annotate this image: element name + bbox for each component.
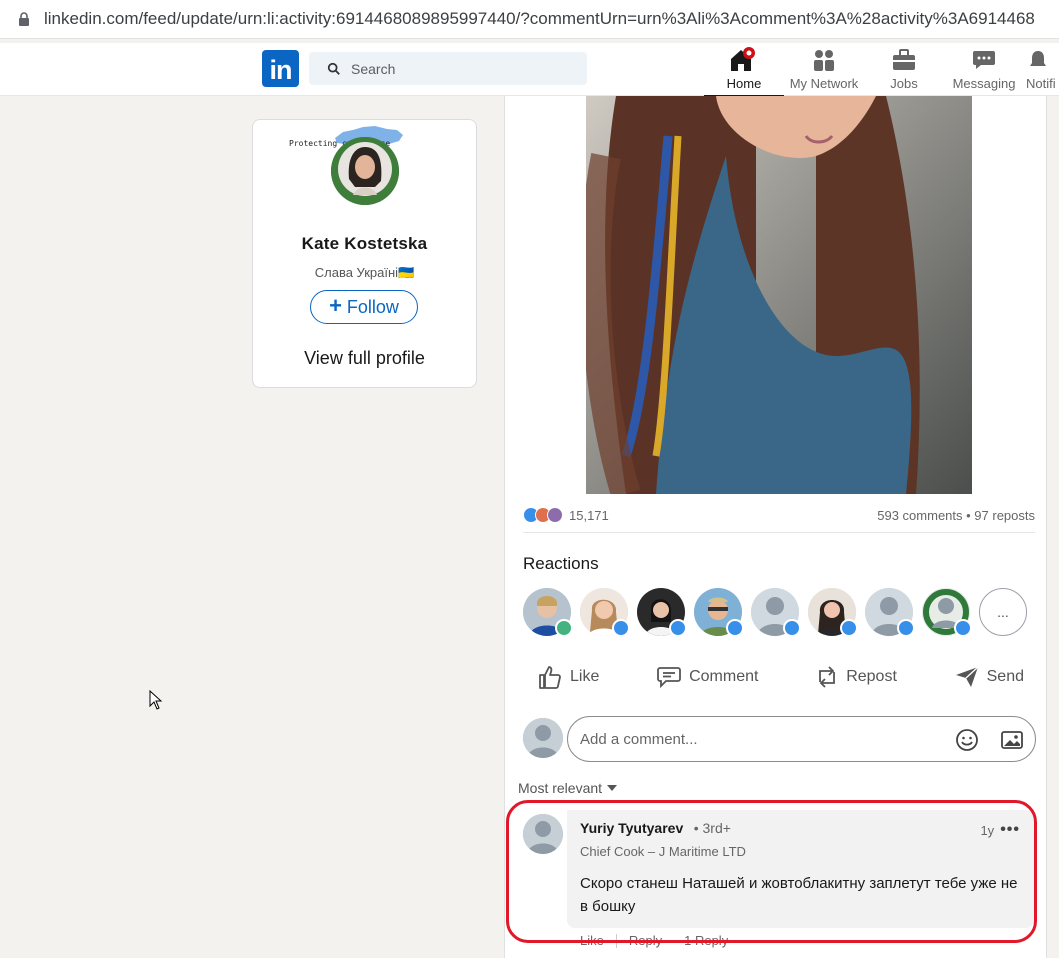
comment-icon [657,667,681,689]
reactors-list: ... [523,588,1027,637]
people-icon [811,47,837,73]
mouse-cursor-icon [149,690,163,710]
nav-home[interactable]: Home [704,47,784,97]
follow-button[interactable]: + Follow [310,290,418,324]
nav-jobs[interactable]: Jobs [874,47,934,95]
repost-label: Repost [846,668,897,685]
url-text: linkedin.com/feed/update/urn:li:activity… [44,9,1035,28]
browser-url-bar[interactable]: linkedin.com/feed/update/urn:li:activity… [0,0,1059,39]
like-badge-icon [783,619,801,637]
view-full-profile-link[interactable]: View full profile [253,348,476,369]
sort-label: Most relevant [518,780,603,796]
search-input[interactable] [349,59,573,78]
like-badge-icon [669,619,687,637]
like-badge-icon [954,619,972,637]
nav-notifications[interactable]: Notifi [1026,47,1059,95]
reaction-icons [523,507,563,523]
briefcase-icon [891,47,917,73]
my-avatar[interactable] [523,718,563,758]
repost-icon [819,666,836,688]
more-reactors-button[interactable]: ... [979,588,1027,636]
top-nav: in Home My Network Jobs Messaging Notifi [0,43,1059,97]
reaction-summary[interactable]: 15,171 593 comments • 97 reposts [523,504,1035,526]
search-icon [327,62,340,75]
send-button[interactable]: Send [940,665,1038,689]
reactor-avatar[interactable] [808,588,858,637]
like-button[interactable]: Like [523,664,613,690]
logo-text: in [269,55,293,85]
like-badge-icon [897,619,915,637]
nav-label: Home [726,76,762,91]
divider [523,532,1035,533]
thumbs-up-icon [539,666,561,689]
follow-label: Follow [346,296,399,317]
comment-label: Comment [689,668,759,685]
highlight-annotation [506,800,1037,943]
reactor-avatar[interactable] [865,588,915,637]
home-icon [728,47,760,73]
sort-dropdown[interactable]: Most relevant [518,780,618,796]
nav-messaging[interactable]: Messaging [950,47,1018,95]
reactions-heading: Reactions [523,554,599,573]
profile-name[interactable]: Kate Kostetska [253,234,476,254]
reactor-avatar[interactable] [637,588,687,637]
celebrate-badge-icon [555,619,573,637]
like-badge-icon [840,619,858,637]
profile-card: Protecting cyberspace Kate Kostetska Сла… [252,119,477,388]
search-bar[interactable] [309,52,587,85]
reactor-avatar[interactable] [523,588,573,637]
emoji-icon[interactable] [955,728,979,752]
reactor-avatar[interactable] [580,588,630,637]
comment-input[interactable] [578,729,942,749]
reactor-avatar[interactable] [751,588,801,637]
support-reaction-icon [547,507,563,523]
nav-my-network[interactable]: My Network [784,47,864,95]
like-badge-icon [612,619,630,637]
nav-label: Jobs [890,76,918,91]
nav-label: Messaging [952,76,1016,91]
like-label: Like [570,668,600,685]
repost-button[interactable]: Repost [801,664,911,690]
post-actions: Like Comment Repost Send [523,660,1038,694]
like-badge-icon [726,619,744,637]
chat-icon [971,47,997,73]
profile-avatar[interactable] [331,137,399,205]
add-comment-row [523,716,1038,762]
linkedin-logo[interactable]: in [262,50,299,87]
send-icon [955,666,979,687]
caret-down-icon [607,785,618,791]
reaction-count[interactable]: 15,171 [569,508,609,523]
comments-reposts-stats[interactable]: 593 comments • 97 reposts [877,508,1035,523]
reactor-avatar[interactable] [922,588,972,637]
profile-headline: Слава Україні🇺🇦 [314,265,415,280]
send-label: Send [986,668,1024,685]
plus-icon: + [329,293,342,318]
comment-button[interactable]: Comment [642,665,772,689]
nav-label: My Network [789,76,859,91]
reactor-avatar[interactable] [694,588,744,637]
image-icon[interactable] [1000,728,1024,752]
comment-input-box[interactable] [567,716,1036,762]
post-image[interactable] [586,96,972,494]
lock-icon [14,11,34,27]
nav-label: Notifi [1026,76,1056,91]
bell-icon [1026,47,1050,73]
